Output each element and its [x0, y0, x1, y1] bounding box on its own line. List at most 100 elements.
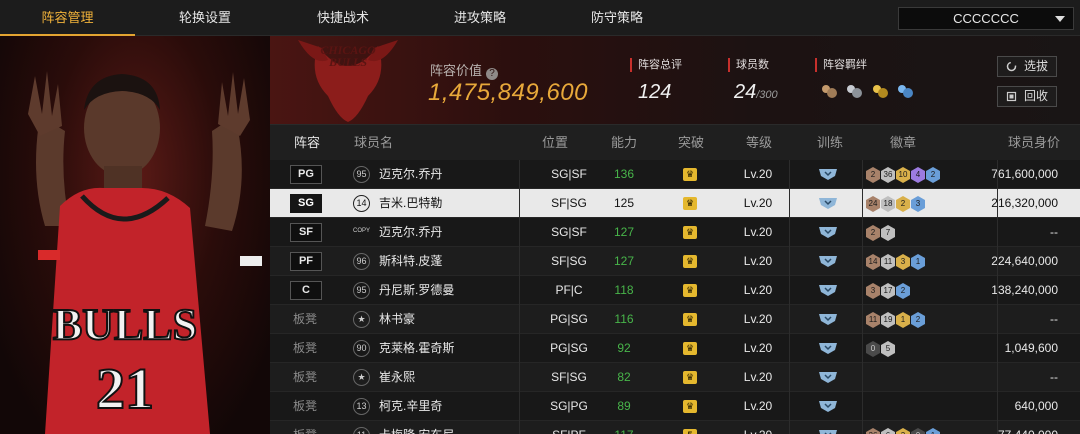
player-price: 77,440,000 [998, 421, 1058, 434]
crown-icon[interactable]: ♛ [683, 197, 697, 210]
table-row[interactable]: 板凳 ★ 林书豪 PG|SG 116 ♛ Lv.20 11 19 1 2 -- [270, 305, 1080, 334]
badge-icon[interactable]: 2 [896, 196, 910, 212]
badge-icon[interactable]: 3 [896, 428, 910, 434]
slot-badge[interactable]: C [290, 281, 322, 300]
badge-icon[interactable]: 2 [866, 167, 880, 183]
badge-list: 2 36 10 4 2 [866, 166, 941, 183]
training-icon[interactable] [818, 255, 838, 268]
badge-icon[interactable]: 2 [866, 225, 880, 241]
col-ability[interactable]: 能力 [611, 125, 637, 160]
badge-icon[interactable]: 18 [881, 196, 895, 212]
crown-icon[interactable]: ♛ [683, 284, 697, 297]
table-row[interactable]: PG 95 迈克尔.乔丹 SG|SF 136 ♛ Lv.20 2 36 10 4 2 761,600,0… [270, 160, 1080, 189]
crown-icon[interactable]: ♛ [683, 371, 697, 384]
tab-offense-strategy[interactable]: 进攻策略 [411, 0, 549, 36]
crown-icon[interactable]: ♛ [683, 400, 697, 413]
col-price[interactable]: 球员身价 [1008, 125, 1060, 160]
training-icon[interactable] [818, 342, 838, 355]
player-name[interactable]: 斯科特.皮蓬 [379, 247, 442, 276]
tab-quick-tactics[interactable]: 快捷战术 [275, 0, 411, 36]
chevron-down-icon [1055, 16, 1065, 22]
badge-icon[interactable]: 11 [881, 254, 895, 270]
tab-lineup-management[interactable]: 阵容管理 [0, 0, 135, 36]
badge-icon[interactable]: 0 [911, 428, 925, 434]
player-name[interactable]: 迈克尔.乔丹 [379, 218, 442, 247]
crown-icon[interactable]: ♛ [683, 313, 697, 326]
crown-icon[interactable]: ♛ [683, 226, 697, 239]
tab-rotation-settings[interactable]: 轮换设置 [135, 0, 275, 36]
bond-icon-2[interactable] [845, 82, 863, 100]
slot-badge[interactable]: PG [290, 165, 322, 184]
badge-icon[interactable]: 1 [896, 312, 910, 328]
badge-icon[interactable]: 7 [881, 225, 895, 241]
table-row[interactable]: 板凳 90 克莱格.霍奇斯 PG|SG 92 ♛ Lv.20 0 5 1,049,600 [270, 334, 1080, 363]
player-name[interactable]: 克莱格.霍奇斯 [379, 334, 454, 363]
badge-icon[interactable]: 36 [881, 167, 895, 183]
badge-icon[interactable]: 6 [881, 428, 895, 434]
tab-defense-strategy[interactable]: 防守策略 [549, 0, 685, 36]
training-icon[interactable] [818, 371, 838, 384]
training-icon[interactable] [818, 284, 838, 297]
badge-icon[interactable]: 3 [896, 254, 910, 270]
col-badges[interactable]: 徽章 [890, 125, 916, 160]
bench-label: 板凳 [293, 312, 318, 326]
team-select-dropdown[interactable]: CCCCCCC [898, 7, 1074, 30]
training-icon[interactable] [818, 168, 838, 181]
badge-icon[interactable]: 4 [911, 167, 925, 183]
slot-badge[interactable]: SF [290, 223, 322, 242]
breakthrough-level[interactable]: 5 [683, 429, 697, 434]
training-icon[interactable] [818, 226, 838, 239]
player-price: 138,240,000 [991, 283, 1058, 297]
team-select-value: CCCCCCC [953, 11, 1019, 26]
badge-icon[interactable]: 1 [911, 254, 925, 270]
table-row[interactable]: SG 14 吉米.巴特勒 SF|SG 125 ♛ Lv.20 24 18 2 3 216,320,00… [270, 189, 1080, 218]
crown-icon[interactable]: ♛ [683, 168, 697, 181]
col-level[interactable]: 等级 [746, 125, 772, 160]
bond-icon-3[interactable] [871, 82, 889, 100]
badge-icon[interactable]: 26 [866, 428, 880, 434]
player-name[interactable]: 丹尼斯.罗德曼 [379, 276, 454, 305]
badge-icon[interactable]: 2 [926, 167, 940, 183]
player-name[interactable]: 林书豪 [379, 305, 415, 334]
table-row[interactable]: 板凳11卡梅隆.安东尼SF|PF1175Lv.2026630177,440,00… [270, 421, 1080, 434]
player-name[interactable]: 柯克.辛里奇 [379, 392, 442, 421]
col-position[interactable]: 位置 [542, 125, 568, 160]
player-name[interactable]: 迈克尔.乔丹 [379, 160, 442, 189]
badge-icon[interactable]: 2 [896, 283, 910, 299]
badge-icon[interactable]: 0 [866, 341, 880, 357]
badge-icon[interactable]: 5 [881, 341, 895, 357]
badge-icon[interactable]: 3 [866, 283, 880, 299]
recycle-button[interactable]: 回收 [997, 86, 1057, 107]
player-name[interactable]: 崔永熙 [379, 363, 415, 392]
table-row[interactable]: 板凳 ★ 崔永熙 SF|SG 82 ♛ Lv.20 -- [270, 363, 1080, 392]
slot-badge[interactable]: PF [290, 252, 322, 271]
badge-icon[interactable]: 17 [881, 283, 895, 299]
crown-icon[interactable]: ♛ [683, 342, 697, 355]
badge-icon[interactable]: 11 [866, 312, 880, 328]
bond-icon-1[interactable] [820, 82, 838, 100]
slot-badge[interactable]: SG [290, 194, 322, 213]
table-row[interactable]: C 95 丹尼斯.罗德曼 PF|C 118 ♛ Lv.20 3 17 2 138,240,000 [270, 276, 1080, 305]
training-icon[interactable] [818, 313, 838, 326]
training-icon[interactable] [818, 429, 838, 434]
table-row[interactable]: 板凳 13 柯克.辛里奇 SG|PG 89 ♛ Lv.20 640,000 [270, 392, 1080, 421]
table-row[interactable]: PF 96 斯科特.皮蓬 SF|SG 127 ♛ Lv.20 14 11 3 1 224,640,00… [270, 247, 1080, 276]
col-breakthrough[interactable]: 突破 [678, 125, 704, 160]
badge-icon[interactable]: 24 [866, 196, 880, 212]
table-row[interactable]: SF COPY 迈克尔.乔丹 SG|SF 127 ♛ Lv.20 2 7 -- [270, 218, 1080, 247]
player-name[interactable]: 吉米.巴特勒 [379, 189, 442, 218]
col-player-name[interactable]: 球员名 [354, 125, 393, 160]
badge-icon[interactable]: 3 [911, 196, 925, 212]
badge-icon[interactable]: 14 [866, 254, 880, 270]
crown-icon[interactable]: ♛ [683, 255, 697, 268]
badge-icon[interactable]: 19 [881, 312, 895, 328]
select-button[interactable]: 选拔 [997, 56, 1057, 77]
badge-icon[interactable]: 10 [896, 167, 910, 183]
training-icon[interactable] [818, 400, 838, 413]
col-training[interactable]: 训练 [817, 125, 843, 160]
bond-icon-4[interactable] [896, 82, 914, 100]
badge-icon[interactable]: 1 [926, 428, 940, 434]
training-icon[interactable] [818, 197, 838, 210]
badge-icon[interactable]: 2 [911, 312, 925, 328]
player-name[interactable]: 卡梅隆.安东尼 [379, 421, 454, 434]
